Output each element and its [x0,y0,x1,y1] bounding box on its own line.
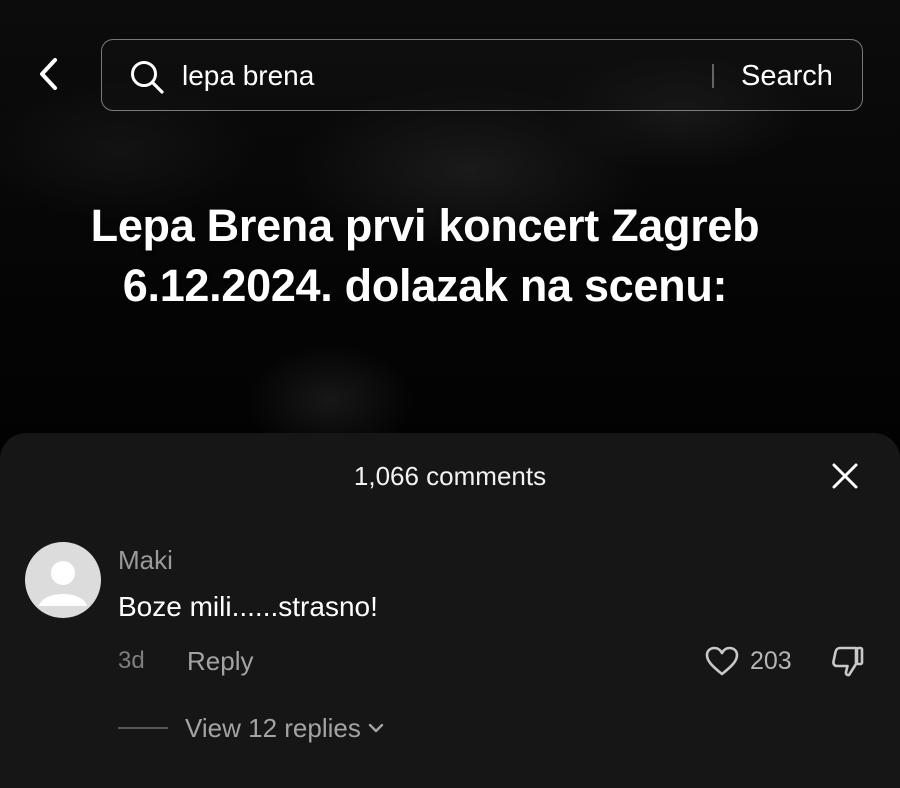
comments-sheet: 1,066 comments Maki Boze mili......stras… [0,433,900,788]
like-count: 203 [750,646,792,675]
view-replies-label: View 12 replies [185,712,361,743]
chevron-down-icon [367,722,385,734]
heart-icon [705,646,739,676]
like-button[interactable]: 203 [704,641,792,681]
avatar[interactable] [25,542,101,618]
search-icon [131,61,164,94]
comment-username[interactable]: Maki [118,544,173,576]
caption-line-1: Lepa Brena prvi koncert Zagreb [90,200,760,251]
back-button[interactable] [24,50,72,98]
close-button[interactable] [822,453,868,499]
comment-time: 3d [118,647,145,674]
view-replies-button[interactable]: View 12 replies [185,711,385,745]
comments-count: 1,066 comments [353,461,547,491]
chevron-left-icon [40,58,57,90]
default-avatar-icon [39,561,87,606]
search-bar[interactable]: Search [101,39,863,111]
reply-button[interactable]: Reply [187,644,253,678]
video-caption: Lepa Brena prvi koncert Zagreb 6.12.2024… [0,196,850,316]
replies-divider [118,727,168,729]
dislike-button[interactable] [826,641,868,681]
thumbs-down-icon [832,646,864,677]
search-button[interactable]: Search [727,56,847,96]
close-icon [832,463,858,489]
search-divider [712,64,714,88]
comment-text: Boze mili......strasno! [118,591,378,622]
caption-line-2: 6.12.2024. dolazak na scenu: [122,260,728,311]
search-input[interactable] [182,58,702,94]
